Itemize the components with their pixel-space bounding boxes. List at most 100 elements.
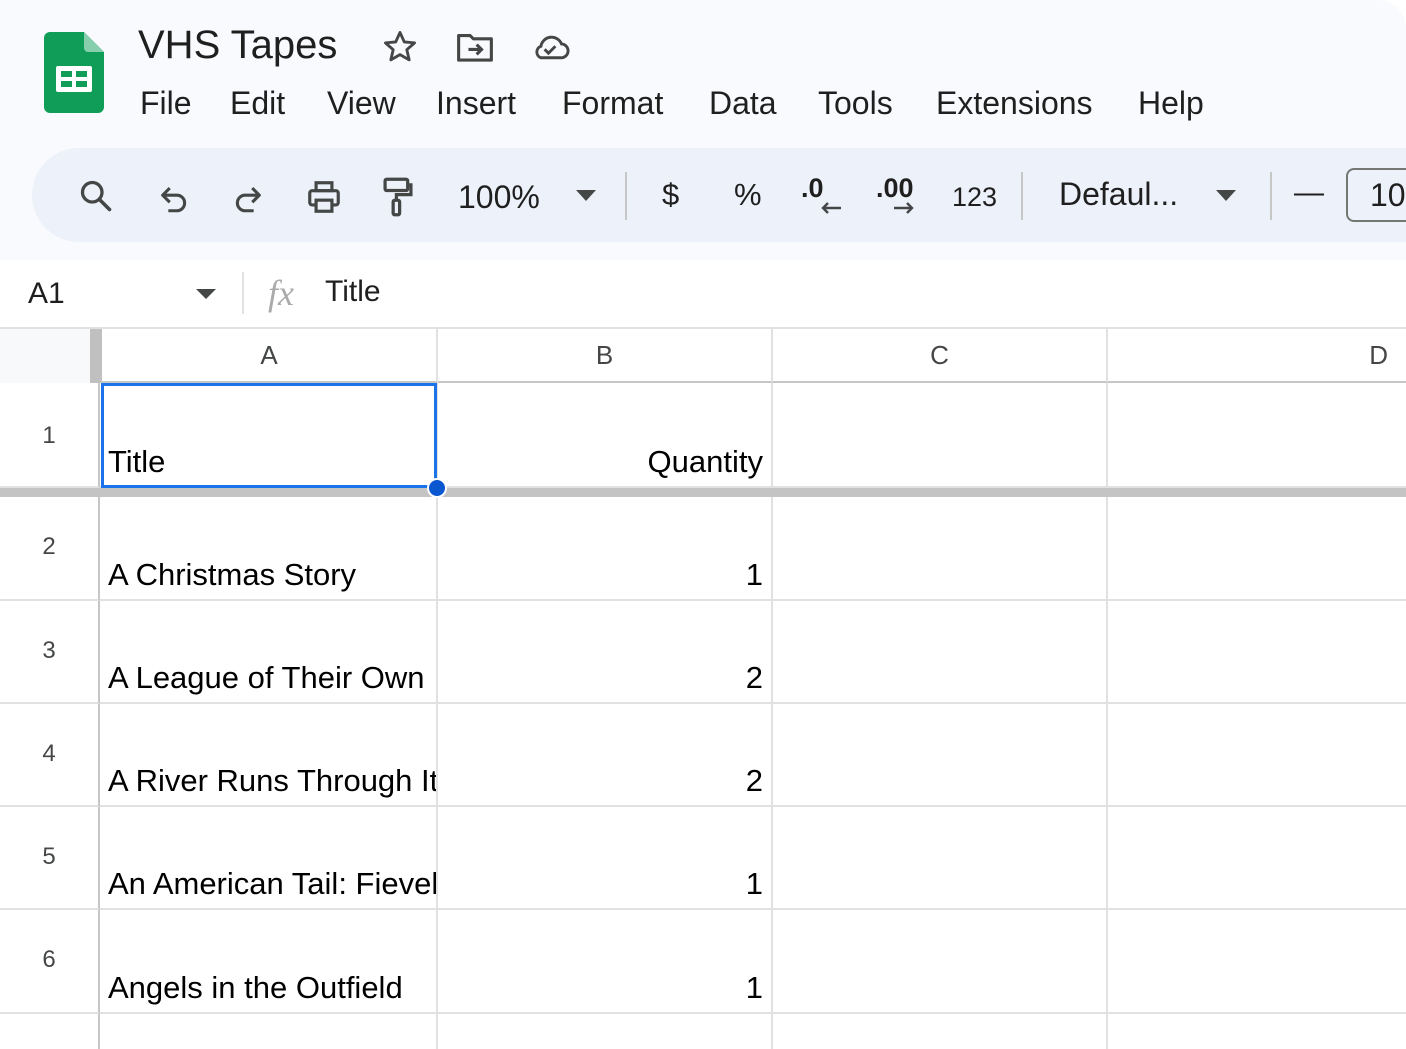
decrease-decimal-button[interactable]: .0 [797,170,847,220]
cell-c5[interactable] [773,807,1108,910]
cell-text: Angels in the Outfield [108,970,403,1005]
cell-d2[interactable] [1108,497,1406,601]
cell-text: 1 [745,866,763,901]
percent-format-button[interactable]: % [734,175,762,215]
name-box[interactable]: A1 [28,274,65,314]
header-area: VHS Tapes File Edit View Insert Format D… [0,0,1406,260]
row-header-3[interactable]: 3 [0,601,100,704]
cell-a7[interactable] [100,1014,438,1049]
cell-d4[interactable] [1108,704,1406,807]
row-header-7[interactable] [0,1014,100,1049]
column-freeze-handle[interactable] [90,329,102,383]
menu-format[interactable]: Format [562,80,663,126]
cell-b5[interactable]: 1 [438,807,773,910]
cell-a3[interactable]: A League of Their Own [100,601,438,704]
currency-format-button[interactable]: $ [662,175,679,215]
select-all-corner[interactable] [0,329,100,383]
menu-view[interactable]: View [327,80,396,126]
toolbar-separator [1021,172,1023,220]
cell-text: A Christmas Story [108,557,357,592]
cell-b7[interactable] [438,1014,773,1049]
formula-bar-separator [242,272,244,314]
cell-text: Quantity [647,444,763,479]
cell-d3[interactable] [1108,601,1406,704]
cell-d5[interactable] [1108,807,1406,910]
cell-c7[interactable] [773,1014,1108,1049]
spreadsheet-grid: A B C D 1 Title Quantity 2 A Christmas S… [0,329,1406,1049]
column-header-b[interactable]: B [438,329,773,383]
name-box-dropdown-icon[interactable] [192,286,220,302]
cell-b1[interactable]: Quantity [438,383,773,488]
dropdown-arrow-icon[interactable] [1212,184,1240,208]
cell-c1[interactable] [773,383,1108,488]
cell-c2[interactable] [773,497,1108,601]
zoom-select[interactable]: 100% [458,177,540,217]
menu-bar: File Edit View Insert Format Data Tools … [0,80,1406,126]
arrow-right-icon [894,202,914,214]
cell-b2[interactable]: 1 [438,497,773,601]
font-select[interactable]: Defaul... [1059,174,1178,214]
fx-icon: fx [268,273,294,313]
cloud-saved-icon[interactable] [530,27,570,67]
cell-a4[interactable]: A River Runs Through It [100,704,438,807]
decrease-font-size-button[interactable]: — [1294,173,1324,213]
row-header-2[interactable]: 2 [0,497,100,601]
cell-text: 1 [745,970,763,1005]
cell-text: An American Tail: Fievel Goes West [108,866,438,901]
star-icon[interactable] [380,27,420,67]
cell-text: 2 [745,660,763,695]
column-header-a[interactable]: A [102,329,438,383]
cell-a6[interactable]: Angels in the Outfield [100,910,438,1014]
menu-data[interactable]: Data [709,80,777,126]
cell-b3[interactable]: 2 [438,601,773,704]
cell-c6[interactable] [773,910,1108,1014]
number-format-button[interactable]: 123 [952,177,997,217]
undo-icon[interactable] [152,176,196,220]
row-header-5[interactable]: 5 [0,807,100,910]
print-icon[interactable] [302,175,346,219]
column-header-d[interactable]: D [1108,329,1406,383]
cell-text: 2 [745,763,763,798]
dropdown-arrow-icon[interactable] [572,184,600,208]
menu-file[interactable]: File [140,80,192,126]
cell-d6[interactable] [1108,910,1406,1014]
row-freeze-divider[interactable] [0,488,1406,497]
row-header-4[interactable]: 4 [0,704,100,807]
font-size-input[interactable]: 10 [1346,168,1406,222]
menu-extensions[interactable]: Extensions [936,80,1093,126]
increase-decimal-button[interactable]: .00 [872,170,928,220]
toolbar: 100% $ % .0 .00 123 Defaul... — 10 [32,148,1406,242]
redo-icon[interactable] [226,176,270,220]
cell-a5[interactable]: An American Tail: Fievel Goes West [100,807,438,910]
toolbar-separator [625,172,627,220]
cell-d1[interactable] [1108,383,1406,488]
formula-input[interactable]: Title [325,272,381,312]
cell-a1[interactable]: Title [100,383,438,488]
row-header-6[interactable]: 6 [0,910,100,1014]
fill-handle[interactable] [427,478,447,498]
font-size-value: 10 [1370,177,1406,213]
paint-format-icon[interactable] [376,174,420,220]
move-folder-icon[interactable] [455,27,495,67]
menu-tools[interactable]: Tools [818,80,893,126]
row-header-1[interactable]: 1 [0,383,100,488]
cell-b4[interactable]: 2 [438,704,773,807]
cell-d7[interactable] [1108,1014,1406,1049]
cell-b6[interactable]: 1 [438,910,773,1014]
cell-c3[interactable] [773,601,1108,704]
toolbar-separator [1270,172,1272,220]
menu-edit[interactable]: Edit [230,80,285,126]
search-icon[interactable] [74,174,118,218]
formula-bar: A1 fx Title [0,260,1406,329]
cell-text: A River Runs Through It [108,763,438,798]
cell-a2[interactable]: A Christmas Story [100,497,438,601]
menu-insert[interactable]: Insert [436,80,516,126]
arrow-left-icon [821,202,841,214]
cell-text: A League of Their Own [108,660,425,695]
document-title[interactable]: VHS Tapes [138,20,337,70]
cell-text: Title [108,444,166,479]
menu-help[interactable]: Help [1138,80,1204,126]
column-header-c[interactable]: C [773,329,1108,383]
cell-text: 1 [745,557,763,592]
cell-c4[interactable] [773,704,1108,807]
